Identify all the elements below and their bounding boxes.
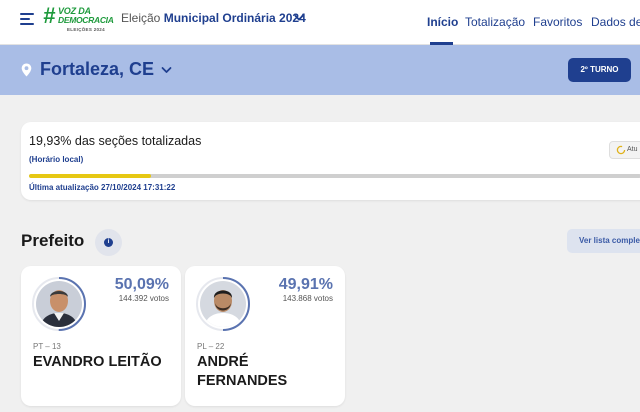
- candidate-card[interactable]: 49,91% 143.868 votos PL – 22 ANDRÉ FERNA…: [185, 266, 345, 406]
- info-button[interactable]: i: [95, 229, 122, 256]
- candidate-party: PL – 22: [197, 342, 225, 351]
- candidate-party: PT – 13: [33, 342, 61, 351]
- chevron-down-icon[interactable]: [294, 14, 304, 22]
- candidate-photo: [36, 281, 82, 327]
- section-title: Prefeito: [21, 231, 85, 250]
- election-selector[interactable]: Eleição Municipal Ordinária 2024: [121, 11, 306, 25]
- tab-inicio[interactable]: Início: [427, 15, 458, 29]
- chevron-down-icon[interactable]: [161, 66, 172, 74]
- progress-bar: [29, 174, 640, 178]
- location-pin-icon: [21, 63, 32, 77]
- local-time-label: (Horário local): [29, 155, 84, 164]
- election-prefix: Eleição: [121, 11, 161, 25]
- tab-favoritos[interactable]: Favoritos: [533, 15, 582, 29]
- second-round-button[interactable]: 2º TURNO: [568, 58, 631, 82]
- sections-totalized-text: 19,93% das seções totalizadas: [29, 134, 202, 148]
- voz-da-democracia-logo[interactable]: # VOZ DA DEMOCRACIA ELEIÇÕES 2024: [43, 4, 114, 34]
- candidate-votes: 143.868 votos: [282, 294, 333, 303]
- location-bar: Fortaleza, CE 2º TURNO: [0, 45, 640, 95]
- refresh-button[interactable]: Atu: [609, 141, 640, 159]
- candidate-votes: 144.392 votos: [118, 294, 169, 303]
- hamburger-menu-icon[interactable]: [20, 13, 34, 25]
- candidate-name: EVANDRO LEITÃO: [33, 354, 162, 370]
- full-list-button[interactable]: Ver lista comple: [567, 229, 640, 253]
- last-update-text: Última atualização 27/10/2024 17:31:22: [29, 183, 176, 192]
- tab-dados[interactable]: Dados de: [591, 15, 640, 29]
- totalization-progress-card: 19,93% das seções totalizadas (Horário l…: [21, 122, 640, 200]
- progress-bar-fill: [29, 174, 151, 178]
- election-name: Municipal Ordinária 2024: [163, 11, 306, 25]
- top-bar: # VOZ DA DEMOCRACIA ELEIÇÕES 2024 Eleiçã…: [0, 0, 640, 45]
- candidate-card[interactable]: 50,09% 144.392 votos PT – 13 EVANDRO LEI…: [21, 266, 181, 406]
- candidate-photo: [200, 281, 246, 327]
- candidate-percent: 49,91%: [278, 276, 333, 293]
- info-icon: i: [104, 238, 113, 247]
- refresh-label: Atu: [627, 146, 638, 153]
- refresh-icon: [616, 145, 626, 155]
- tab-totalizacao[interactable]: Totalização: [465, 15, 525, 29]
- candidate-name: ANDRÉ FERNANDES: [197, 354, 288, 389]
- candidate-percent: 50,09%: [114, 276, 169, 293]
- city-name[interactable]: Fortaleza, CE: [40, 59, 154, 80]
